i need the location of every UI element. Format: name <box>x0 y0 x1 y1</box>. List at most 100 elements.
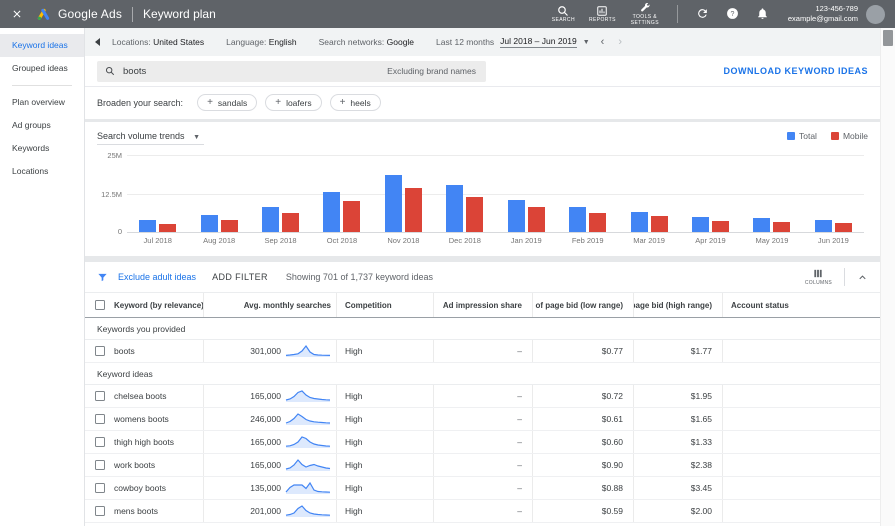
chart-bars <box>127 155 864 232</box>
notifications-bell-icon[interactable] <box>756 7 770 21</box>
bar-total-aug-2018 <box>200 215 218 232</box>
search-trend-sparkline <box>285 413 331 425</box>
account-status-cell <box>722 500 880 522</box>
avg-monthly-searches-cell: 165,000 <box>203 454 336 476</box>
toolbar-divider <box>844 268 845 286</box>
sidebar: Keyword ideas Grouped ideas Plan overview A… <box>0 28 85 526</box>
sidebar-item-keyword-ideas[interactable]: Keyword ideas <box>0 34 84 57</box>
column-header-competition[interactable]: Competition <box>336 293 433 317</box>
row-checkbox[interactable] <box>95 460 105 470</box>
avg-searches-value: 301,000 <box>250 346 281 356</box>
top-bid-low-cell: $0.61 <box>532 408 633 430</box>
avatar[interactable] <box>866 4 885 24</box>
column-header-top-of-page-bid-low-range[interactable]: Top of page bid (low range) <box>532 293 633 317</box>
top-bid-high-cell: $2.38 <box>633 454 722 476</box>
next-period-icon[interactable]: › <box>618 36 622 48</box>
bar-mobile-sep-2018 <box>282 212 300 232</box>
column-header-keyword-by-relevance[interactable]: Keyword (by relevance)↓ <box>85 293 203 317</box>
chart-bar-group-apr-2019 <box>680 155 741 232</box>
google-ads-logo-icon <box>36 7 51 22</box>
table-section-keyword-ideas: Keyword ideas <box>85 363 880 385</box>
keyword-text: work boots <box>114 460 156 470</box>
top-bid-low-cell: $0.72 <box>532 385 633 407</box>
download-keyword-ideas-button[interactable]: DOWNLOAD KEYWORD IDEAS <box>724 66 869 76</box>
select-all-checkbox[interactable] <box>95 300 105 310</box>
keyword-text: mens boots <box>114 506 158 516</box>
account-info[interactable]: 123-456-789 example@gmail.com <box>788 4 858 24</box>
columns-button[interactable]: COLUMNS <box>805 268 832 286</box>
broaden-chip-heels[interactable]: + heels <box>329 94 381 111</box>
avg-monthly-searches-cell: 135,000 <box>203 477 336 499</box>
keyword-text: thigh high boots <box>114 437 175 447</box>
chart-bar-group-jan-2019 <box>496 155 557 232</box>
collapse-panel-chevron-up-icon[interactable] <box>857 272 868 283</box>
y-tick-12-5m: 12.5M <box>101 190 122 199</box>
y-tick-0: 0 <box>117 227 122 236</box>
previous-period-icon[interactable]: ‹ <box>601 36 605 48</box>
nav-tools-settings-button[interactable]: TOOLS & SETTINGS <box>630 2 660 27</box>
help-icon[interactable]: ? <box>726 7 740 21</box>
exclude-adult-ideas-link[interactable]: Exclude adult ideas <box>118 272 196 282</box>
date-dropdown-caret-icon[interactable]: ▼ <box>583 39 590 46</box>
column-header-top-of-page-bid-high-range[interactable]: Top of page bid (high range) <box>633 293 722 317</box>
chart-bar-group-sep-2018 <box>250 155 311 232</box>
row-checkbox[interactable] <box>95 414 105 424</box>
bar-mobile-dec-2018 <box>466 196 484 232</box>
collapse-sidebar-icon[interactable] <box>95 38 100 46</box>
broaden-chip-sandals[interactable]: + sandals <box>197 94 258 111</box>
account-status-cell <box>722 477 880 499</box>
bar-chart-plot: 25M 12.5M 0 <box>101 151 864 236</box>
row-checkbox[interactable] <box>95 483 105 493</box>
sidebar-item-plan-overview[interactable]: Plan overview <box>0 91 84 114</box>
column-header-avg-monthly-searches[interactable]: Avg. monthly searches <box>203 293 336 317</box>
scrollbar-thumb[interactable] <box>883 30 893 46</box>
sidebar-item-ad-groups[interactable]: Ad groups <box>0 114 84 137</box>
row-checkbox[interactable] <box>95 346 105 356</box>
page-title: Keyword plan <box>143 7 216 21</box>
close-icon[interactable] <box>10 7 24 21</box>
sidebar-item-locations[interactable]: Locations <box>0 160 84 183</box>
competition-cell: High <box>336 340 433 362</box>
filter-funnel-icon <box>97 272 108 283</box>
keyword-search-input[interactable] <box>123 65 388 77</box>
keyword-cell: chelsea boots <box>85 385 203 407</box>
setting-locations[interactable]: Locations: United States <box>112 37 204 47</box>
chart-x-label: Feb 2019 <box>571 236 604 245</box>
date-range-value[interactable]: Jul 2018 – Jun 2019 <box>500 36 577 48</box>
avg-monthly-searches-cell: 165,000 <box>203 385 336 407</box>
row-checkbox[interactable] <box>95 437 105 447</box>
column-header-ad-impression-share[interactable]: Ad impression share <box>433 293 532 317</box>
setting-language[interactable]: Language: English <box>226 37 296 47</box>
nav-search-button[interactable]: SEARCH <box>552 5 575 24</box>
setting-search-networks[interactable]: Search networks: Google <box>319 37 414 47</box>
top-bid-high-cell: $2.00 <box>633 500 722 522</box>
top-bid-low-cell: $0.59 <box>532 500 633 522</box>
plus-icon: + <box>207 97 213 108</box>
settings-items: Locations: United States Language: Englis… <box>112 37 436 47</box>
row-checkbox[interactable] <box>95 506 105 516</box>
table-row-womens-boots: womens boots 246,000 High – $0.61 $1.65 <box>85 408 880 431</box>
bar-total-nov-2018 <box>384 175 402 232</box>
chart-header: Search volume trends ▼ Total Mobile <box>97 131 868 149</box>
add-filter-button[interactable]: ADD FILTER <box>212 272 268 282</box>
chart-bar-group-dec-2018 <box>434 155 495 232</box>
svg-text:?: ? <box>730 11 734 18</box>
column-header-account-status[interactable]: Account status <box>722 293 880 317</box>
top-bid-low-cell: $0.88 <box>532 477 633 499</box>
keyword-cell: work boots <box>85 454 203 476</box>
appbar-actions: SEARCH REPORTS TOOLS & SETTINGS ? 123-456-… <box>545 2 885 27</box>
bar-mobile-oct-2018 <box>343 201 361 232</box>
broaden-chip-loafers[interactable]: + loafers <box>265 94 322 111</box>
bar-total-jul-2018 <box>139 219 157 232</box>
row-checkbox[interactable] <box>95 391 105 401</box>
sidebar-item-keywords[interactable]: Keywords <box>0 137 84 160</box>
avg-searches-value: 165,000 <box>250 460 281 470</box>
search-trend-sparkline <box>285 505 331 517</box>
refresh-icon[interactable] <box>696 7 710 21</box>
chart-type-dropdown[interactable]: Search volume trends ▼ <box>97 131 204 145</box>
top-bid-high-cell: $1.65 <box>633 408 722 430</box>
bar-total-sep-2018 <box>262 206 280 232</box>
nav-reports-button[interactable]: REPORTS <box>589 5 616 24</box>
sidebar-item-grouped-ideas[interactable]: Grouped ideas <box>0 57 84 80</box>
bar-total-feb-2019 <box>569 207 587 232</box>
